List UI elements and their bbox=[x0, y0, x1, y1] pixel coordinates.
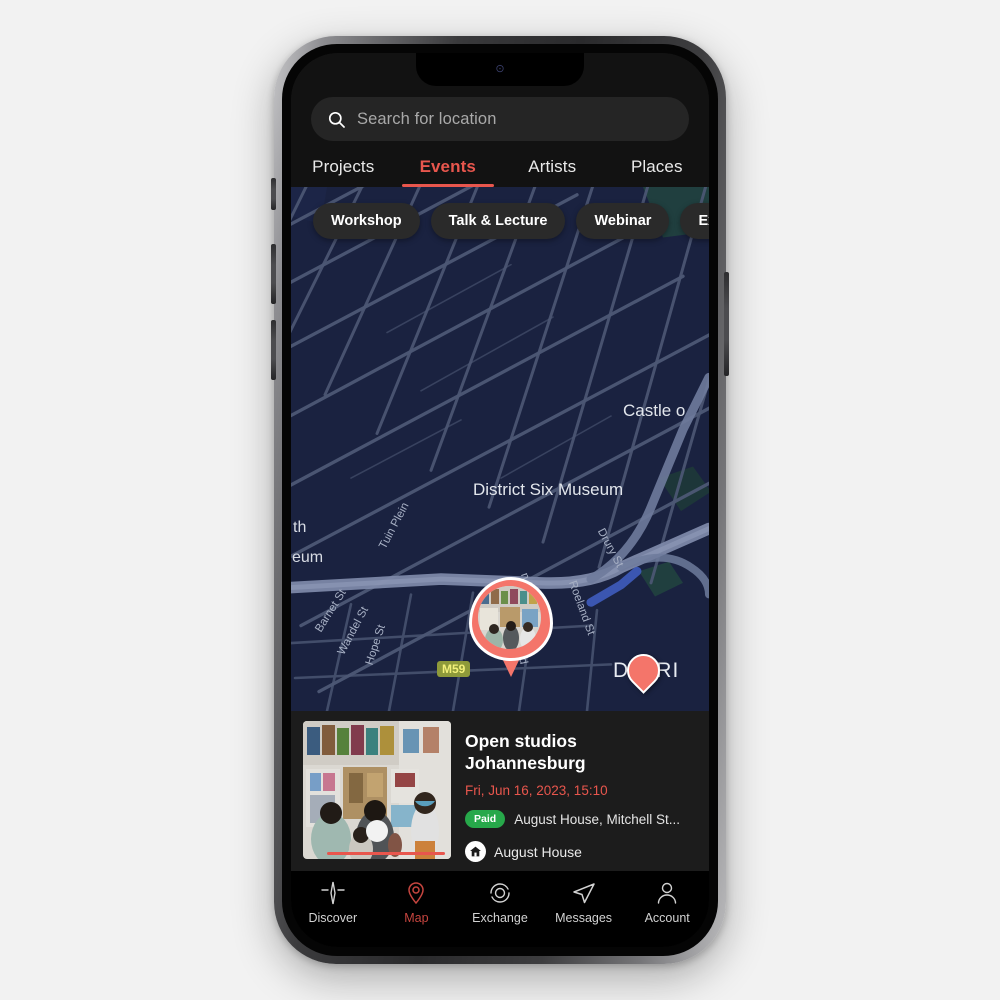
bottom-navigation: Discover Map Exchange Messages Account bbox=[291, 871, 709, 947]
photo-carousel-dot bbox=[366, 820, 388, 843]
tab-places-label: Places bbox=[630, 157, 683, 176]
category-tabs: Projects Events Artists Places bbox=[291, 141, 709, 187]
tab-projects[interactable]: Projects bbox=[291, 157, 396, 187]
power-button[interactable] bbox=[724, 272, 729, 376]
nav-item-messages[interactable]: Messages bbox=[542, 880, 626, 925]
event-host-row[interactable]: August House bbox=[465, 841, 697, 863]
nav-label-account: Account bbox=[644, 911, 690, 925]
paid-badge: Paid bbox=[465, 810, 506, 829]
search-input[interactable]: Search for location bbox=[311, 97, 689, 141]
photo-progress-bar bbox=[327, 852, 445, 855]
device-notch: ⊙ bbox=[416, 53, 584, 86]
tab-artists-label: Artists bbox=[528, 157, 577, 176]
compass-icon bbox=[320, 880, 346, 906]
event-title: Open studios Johannesburg bbox=[465, 731, 586, 773]
tab-places[interactable]: Places bbox=[605, 157, 710, 187]
paper-plane-icon bbox=[571, 880, 597, 906]
exchange-icon bbox=[487, 880, 513, 906]
nav-label-messages: Messages bbox=[555, 911, 613, 925]
house-icon bbox=[465, 841, 486, 863]
highway-shield-m59: M59 bbox=[437, 661, 471, 677]
tab-artists[interactable]: Artists bbox=[500, 157, 605, 187]
app-root: Search for location Projects Events Arti… bbox=[291, 53, 709, 947]
chip-webinar[interactable]: Webinar bbox=[576, 203, 670, 239]
person-icon bbox=[654, 880, 680, 906]
event-card-info: Open studios Johannesburg Fri, Jun 16, 2… bbox=[465, 721, 697, 863]
volume-up-button[interactable] bbox=[271, 244, 276, 304]
notch-sensor-icon: ⊙ bbox=[495, 63, 505, 75]
event-card-photo[interactable] bbox=[303, 721, 451, 859]
tab-events[interactable]: Events bbox=[396, 157, 501, 187]
nav-item-map[interactable]: Map bbox=[375, 880, 459, 925]
event-host-name: August House bbox=[494, 843, 582, 860]
nav-label-map: Map bbox=[404, 911, 429, 925]
phone-screen: ⊙ Search for location Projects Events Ar… bbox=[291, 53, 709, 947]
featured-event-pin[interactable] bbox=[469, 577, 553, 683]
search-icon bbox=[328, 111, 345, 128]
event-venue-row: Paid August House, Mitchell St... bbox=[465, 810, 697, 829]
nav-item-exchange[interactable]: Exchange bbox=[458, 880, 542, 925]
chip-talk-lecture[interactable]: Talk & Lecture bbox=[430, 203, 566, 239]
event-pin-right[interactable] bbox=[620, 647, 667, 694]
tab-events-label: Events bbox=[419, 157, 476, 176]
event-date: Fri, Jun 16, 2023, 15:10 bbox=[465, 783, 608, 799]
featured-pin-thumbnail bbox=[478, 586, 541, 649]
volume-down-button[interactable] bbox=[271, 320, 276, 380]
map-canvas[interactable]: .rd{stroke:#4d5875;fill:none;stroke-line… bbox=[291, 187, 709, 711]
nav-item-discover[interactable]: Discover bbox=[291, 880, 375, 925]
filter-chips: Workshop Talk & Lecture Webinar Exh bbox=[291, 203, 709, 239]
event-card[interactable]: Open studios Johannesburg Fri, Jun 16, 2… bbox=[291, 711, 709, 871]
event-venue: August House, Mitchell St... bbox=[514, 811, 681, 827]
silent-switch[interactable] bbox=[271, 178, 276, 210]
nav-label-exchange: Exchange bbox=[472, 911, 528, 925]
map-pin-icon bbox=[403, 880, 429, 906]
nav-item-account[interactable]: Account bbox=[625, 880, 709, 925]
nav-label-discover: Discover bbox=[308, 911, 358, 925]
chip-workshop[interactable]: Workshop bbox=[313, 203, 420, 239]
event-pin-shape bbox=[620, 647, 667, 694]
tab-projects-label: Projects bbox=[312, 157, 375, 176]
chip-exhibition[interactable]: Exh bbox=[680, 203, 709, 239]
search-placeholder: Search for location bbox=[357, 109, 497, 128]
